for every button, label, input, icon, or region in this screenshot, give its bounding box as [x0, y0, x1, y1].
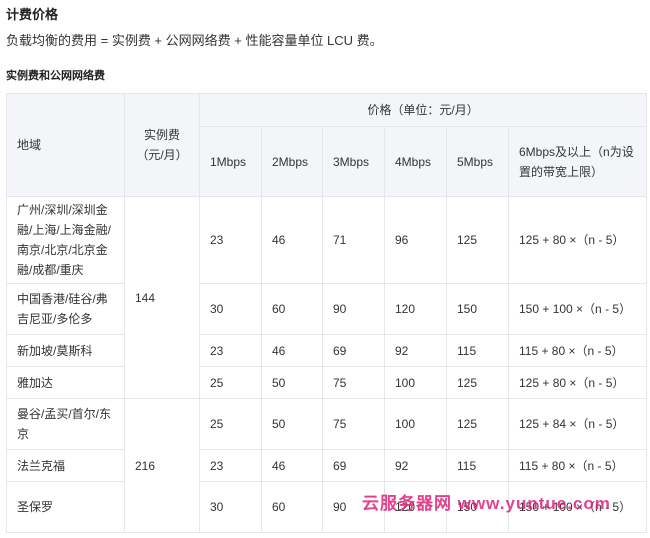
region-cell: 雅加达	[6, 366, 125, 399]
price-cell: 92	[384, 334, 447, 367]
price-cell: 69	[322, 334, 385, 367]
price-cell: 96	[384, 196, 447, 284]
price-cell: 92	[384, 449, 447, 482]
instance-fee-cell: 216	[124, 398, 200, 533]
price-cell: 125	[446, 366, 509, 399]
header-bandwidth: 1Mbps	[199, 126, 262, 197]
table-row: 新加坡/莫斯科 23 46 69 92 115 115 + 80 ×（n - 5…	[6, 334, 648, 367]
price-cell: 90	[322, 283, 385, 335]
price-cell: 30	[199, 283, 262, 335]
price-cell: 46	[261, 449, 323, 482]
price-formula-cell: 125 + 80 ×（n - 5）	[507, 196, 648, 284]
price-cell: 100	[384, 366, 447, 399]
header-bandwidth: 2Mbps	[261, 126, 323, 197]
price-cell: 71	[322, 196, 385, 284]
price-formula-cell: 125 + 80 ×（n - 5）	[507, 366, 648, 399]
header-bandwidth: 3Mbps	[322, 126, 385, 197]
price-cell: 46	[261, 334, 323, 367]
price-cell: 23	[199, 449, 262, 482]
price-cell: 120	[384, 283, 447, 335]
price-cell: 23	[199, 196, 262, 284]
header-bandwidth: 6Mbps及以上（n为设置的带宽上限）	[507, 126, 648, 197]
price-cell: 25	[199, 366, 262, 399]
price-table: 地域 实例费（元/月） 价格（单位：元/月） 1Mbps 2Mbps 3Mbps…	[6, 93, 648, 533]
price-cell: 75	[322, 366, 385, 399]
header-region: 地域	[6, 93, 125, 197]
price-cell: 23	[199, 334, 262, 367]
region-cell: 新加坡/莫斯科	[6, 334, 125, 367]
price-formula-cell: 115 + 80 ×（n - 5）	[507, 449, 648, 482]
region-cell: 广州/深圳/深圳金融/上海/上海金融/南京/北京/北京金融/成都/重庆	[6, 196, 125, 284]
region-cell: 中国香港/硅谷/弗吉尼亚/多伦多	[6, 283, 125, 335]
price-formula-cell: 125 + 84 ×（n - 5）	[507, 398, 648, 450]
price-cell: 30	[199, 481, 262, 533]
price-cell: 125	[446, 398, 509, 450]
price-formula-cell: 115 + 80 ×（n - 5）	[507, 334, 648, 367]
price-cell: 50	[261, 366, 323, 399]
header-instance-fee: 实例费（元/月）	[124, 93, 200, 197]
price-cell: 125	[446, 196, 509, 284]
price-cell: 75	[322, 398, 385, 450]
price-cell: 46	[261, 196, 323, 284]
price-cell: 60	[261, 283, 323, 335]
price-cell: 50	[261, 398, 323, 450]
site-watermark: 云服务器网 www.yuntue.com	[362, 494, 611, 513]
price-cell: 115	[446, 334, 509, 367]
region-cell: 圣保罗	[6, 481, 125, 533]
price-cell: 115	[446, 449, 509, 482]
price-formula-cell: 150 + 100 ×（n - 5）	[507, 283, 648, 335]
table-row: 曼谷/孟买/首尔/东京 216 25 50 75 100 125 125 + 8…	[6, 398, 648, 533]
section-title: 计费价格	[6, 7, 59, 22]
price-cell: 25	[199, 398, 262, 450]
table-row: 广州/深圳/深圳金融/上海/上海金融/南京/北京/北京金融/成都/重庆 144 …	[6, 196, 648, 399]
region-cell: 曼谷/孟买/首尔/东京	[6, 398, 125, 450]
header-bandwidth: 4Mbps	[384, 126, 447, 197]
price-cell: 60	[261, 481, 323, 533]
header-bandwidth: 5Mbps	[446, 126, 509, 197]
header-price-group: 价格（单位：元/月）	[198, 93, 648, 127]
table-row: 雅加达 25 50 75 100 125 125 + 80 ×（n - 5）	[6, 366, 648, 399]
region-cell: 法兰克福	[6, 449, 125, 482]
table-caption: 实例费和公网网络费	[6, 70, 105, 82]
instance-fee-cell: 144	[124, 196, 200, 399]
table-row: 法兰克福 23 46 69 92 115 115 + 80 ×（n - 5）	[6, 449, 648, 482]
price-cell: 69	[322, 449, 385, 482]
billing-description: 负载均衡的费用 = 实例费 + 公网网络费 + 性能容量单位 LCU 费。	[6, 33, 383, 48]
price-cell: 150	[446, 283, 509, 335]
price-cell: 100	[384, 398, 447, 450]
table-row: 中国香港/硅谷/弗吉尼亚/多伦多 30 60 90 120 150 150 + …	[6, 283, 648, 335]
